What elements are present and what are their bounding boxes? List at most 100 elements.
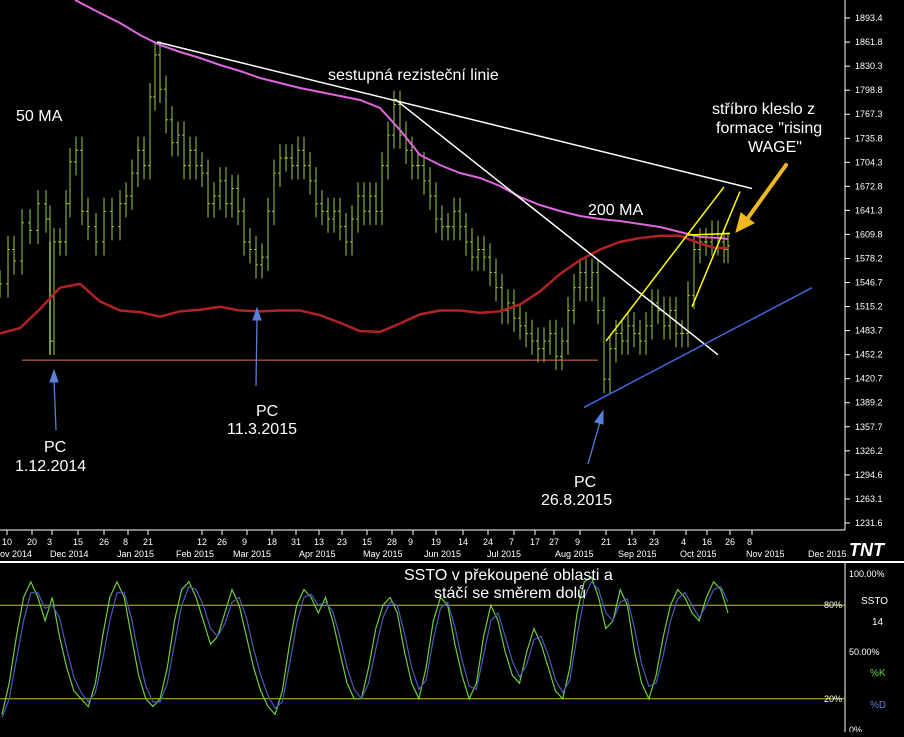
tnt-logo-text: TNT bbox=[849, 540, 886, 560]
day-tick-label: 13 bbox=[314, 537, 324, 547]
stoch-series-d bbox=[1, 580, 729, 718]
pc2-date: 11.3.2015 bbox=[227, 421, 297, 438]
day-tick-label: 27 bbox=[549, 537, 559, 547]
stoch-series-k bbox=[1, 576, 729, 716]
stoch-tick-label: 100.00% bbox=[849, 569, 885, 579]
tnt-logo: TNT bbox=[846, 538, 904, 560]
month-tick-label: Dec 2015 bbox=[808, 549, 847, 559]
price-tick-label: 1672.8 bbox=[855, 181, 883, 191]
price-tick-label: 1326.2 bbox=[855, 446, 883, 456]
month-tick-label: Jan 2015 bbox=[117, 549, 154, 559]
stoch-annotation-line2: stáčí se směrem dolů bbox=[434, 584, 586, 602]
month-tick-label: Sep 2015 bbox=[618, 549, 657, 559]
moving-averages-layer bbox=[0, 0, 729, 335]
silver-annotation-line1: stříbro kleslo z bbox=[712, 101, 815, 118]
day-tick-label: 23 bbox=[649, 537, 659, 547]
day-tick-label: 8 bbox=[747, 537, 752, 547]
pc1-label: PC bbox=[44, 439, 66, 456]
month-tick-label: Nov 2015 bbox=[746, 549, 785, 559]
day-tick-label: 16 bbox=[702, 537, 712, 547]
month-tick-label: Apr 2015 bbox=[299, 549, 336, 559]
month-tick-label: Dec 2014 bbox=[50, 549, 89, 559]
stoch-tick-label: 50.00% bbox=[849, 647, 880, 657]
stoch-k-label: %K bbox=[870, 668, 886, 679]
price-tick-label: 1452.2 bbox=[855, 350, 883, 360]
price-axis-ticks: 1893.4 1861.8 1830.3 1798.8 1767.3 1735.8 1704… bbox=[845, 13, 883, 528]
month-tick-label: Jul 2015 bbox=[487, 549, 521, 559]
silver-arrow bbox=[735, 163, 788, 233]
pc3-label: PC bbox=[574, 474, 596, 491]
day-tick-label: 18 bbox=[267, 537, 277, 547]
day-tick-label: 10 bbox=[2, 537, 12, 547]
pc2-label: PC bbox=[256, 403, 278, 420]
price-tick-label: 1357.7 bbox=[855, 422, 883, 432]
price-tick-label: 1609.8 bbox=[855, 229, 883, 239]
price-tick-label: 1704.3 bbox=[855, 157, 883, 167]
month-tick-label: Feb 2015 bbox=[176, 549, 214, 559]
chart-svg: 1893.4 1861.8 1830.3 1798.8 1767.3 1735.8 1704… bbox=[0, 0, 904, 735]
ma50-series-line bbox=[0, 234, 728, 335]
resistance-label: sestupná rezisteční linie bbox=[328, 67, 499, 84]
stoch-annotation-line1: SSTO v překoupené oblasti a bbox=[404, 567, 613, 584]
day-tick-label: 31 bbox=[291, 537, 301, 547]
month-tick-label: ov 2014 bbox=[0, 549, 32, 559]
stoch-period-label: 14 bbox=[872, 617, 884, 628]
price-tick-label: 1546.7 bbox=[855, 278, 883, 288]
price-tick-label: 1767.3 bbox=[855, 109, 883, 119]
resistance-line bbox=[156, 41, 753, 190]
time-axis-ticks: 10 20 3 15 26 8 21 12 26 9 18 31 13 23 15 28 9 19 14 24 7 17 2… bbox=[0, 530, 847, 559]
stoch-d-label: %D bbox=[870, 700, 886, 711]
month-tick-label: Aug 2015 bbox=[555, 549, 594, 559]
day-tick-label: 4 bbox=[681, 537, 686, 547]
pc1-arrow bbox=[49, 368, 59, 431]
day-tick-label: 26 bbox=[99, 537, 109, 547]
chart-root: 1893.4 1861.8 1830.3 1798.8 1767.3 1735.8 1704… bbox=[0, 0, 904, 735]
day-tick-label: 3 bbox=[47, 537, 52, 547]
day-tick-label: 23 bbox=[337, 537, 347, 547]
day-tick-label: 9 bbox=[242, 537, 247, 547]
pc1-date: 1.12.2014 bbox=[15, 458, 86, 475]
price-tick-label: 1735.8 bbox=[855, 133, 883, 143]
day-tick-label: 15 bbox=[73, 537, 83, 547]
month-tick-label: Oct 2015 bbox=[680, 549, 717, 559]
day-tick-label: 28 bbox=[387, 537, 397, 547]
stoch-tick-label: 0% bbox=[849, 725, 862, 732]
day-tick-label: 26 bbox=[217, 537, 227, 547]
price-tick-label: 1294.6 bbox=[855, 470, 883, 480]
day-tick-label: 24 bbox=[483, 537, 493, 547]
day-tick-label: 9 bbox=[575, 537, 580, 547]
day-tick-label: 17 bbox=[530, 537, 540, 547]
stoch-tick-label: 20% bbox=[824, 694, 842, 704]
price-tick-label: 1641.3 bbox=[855, 205, 883, 215]
month-tick-label: Mar 2015 bbox=[233, 549, 271, 559]
rising-support-line bbox=[583, 287, 813, 409]
stoch-name-label: SSTO bbox=[861, 596, 888, 607]
price-tick-label: 1420.7 bbox=[855, 374, 883, 384]
month-tick-label: Jun 2015 bbox=[424, 549, 461, 559]
pc3-date: 26.8.2015 bbox=[541, 492, 612, 509]
price-tick-label: 1515.2 bbox=[855, 302, 883, 312]
day-tick-label: 21 bbox=[143, 537, 153, 547]
price-tick-label: 1893.4 bbox=[855, 13, 883, 23]
stoch-tick-label: 80% bbox=[824, 600, 842, 610]
day-tick-label: 19 bbox=[431, 537, 441, 547]
price-tick-label: 1830.3 bbox=[855, 61, 883, 71]
pc3-arrow bbox=[587, 409, 604, 465]
price-tick-label: 1231.6 bbox=[855, 518, 883, 528]
pc2-arrow bbox=[252, 306, 262, 387]
price-tick-label: 1578.2 bbox=[855, 254, 883, 264]
day-tick-label: 8 bbox=[123, 537, 128, 547]
day-tick-label: 12 bbox=[197, 537, 207, 547]
day-tick-label: 9 bbox=[408, 537, 413, 547]
month-tick-label: May 2015 bbox=[363, 549, 403, 559]
ma50-label: 50 MA bbox=[16, 108, 63, 125]
day-tick-label: 15 bbox=[362, 537, 372, 547]
price-tick-label: 1389.2 bbox=[855, 398, 883, 408]
trendlines-layer bbox=[22, 41, 813, 409]
day-tick-label: 13 bbox=[627, 537, 637, 547]
day-tick-label: 14 bbox=[458, 537, 468, 547]
price-tick-label: 1483.7 bbox=[855, 326, 883, 336]
price-tick-label: 1263.1 bbox=[855, 494, 883, 504]
ma200-label: 200 MA bbox=[588, 202, 643, 219]
price-tick-label: 1798.8 bbox=[855, 85, 883, 95]
